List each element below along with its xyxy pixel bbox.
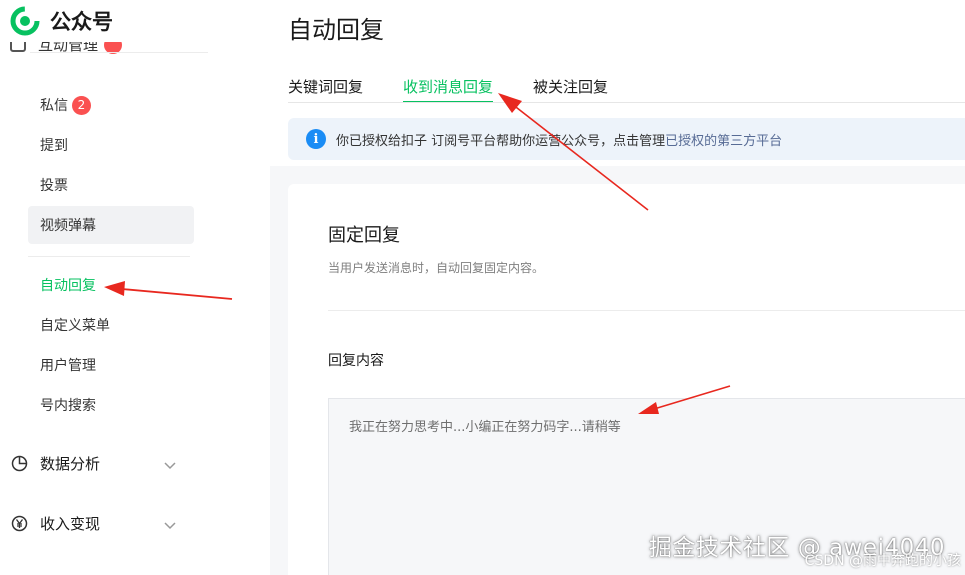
yen-icon — [10, 514, 28, 532]
sidebar-item-label: 用户管理 — [40, 358, 96, 374]
watermark-csdn: CSDN @雨中奔跑的小孩 — [804, 553, 961, 569]
tab-keyword-reply[interactable]: 关键词回复 — [288, 76, 363, 102]
bubble-icon — [10, 42, 26, 52]
sidebar-item-label: 私信 — [40, 98, 68, 114]
chevron-down-icon — [163, 517, 177, 535]
tab-message-reply[interactable]: 收到消息回复 — [403, 76, 494, 103]
chart-icon — [10, 454, 28, 472]
sidebar-item-messages[interactable]: 私信 2 — [28, 86, 194, 124]
tab-follow-reply[interactable]: 被关注回复 — [533, 76, 608, 102]
sidebar-item-label: 视频弹幕 — [40, 218, 96, 234]
sidebar-item-in-account-search[interactable]: 号内搜索 — [28, 386, 194, 424]
sidebar-item-video-danmaku[interactable]: 视频弹幕 — [28, 206, 194, 244]
sidebar-group-data-analysis[interactable]: 数据分析 — [10, 444, 185, 482]
info-icon: i — [306, 129, 326, 149]
reply-content-text: 我正在努力思考中...小编正在努力码字...请稍等 — [349, 420, 621, 435]
sidebar-item-label: 自定义菜单 — [40, 318, 110, 334]
sidebar-item-mentions[interactable]: 提到 — [28, 126, 194, 164]
app-name: 公众号 — [50, 10, 113, 34]
page-title: 自动回复 — [288, 16, 384, 44]
sidebar: 公众号 互动管理 私信 2 提到 投票 视频弹幕 自动回复 自定义菜单 用户管理… — [0, 0, 212, 575]
sidebar-group-label: 互动管理 — [38, 42, 99, 54]
divider — [30, 52, 208, 53]
authorization-notice: i 你已授权给扣子 订阅号平台帮助你运营公众号，点击管理 已授权的第三方平台 — [288, 118, 965, 160]
divider — [328, 310, 965, 311]
sidebar-group-label: 收入变现 — [40, 514, 101, 533]
notice-text: 你已授权给扣子 订阅号平台帮助你运营公众号，点击管理 — [336, 133, 666, 149]
logo[interactable]: 公众号 — [10, 4, 113, 38]
sidebar-group-label: 数据分析 — [40, 454, 101, 473]
reply-content-label: 回复内容 — [328, 353, 384, 369]
sidebar-item-label: 自动回复 — [40, 278, 96, 294]
divider — [28, 256, 190, 257]
unread-badge: 2 — [72, 95, 91, 115]
chevron-down-icon — [163, 457, 177, 475]
sidebar-group-interaction[interactable]: 互动管理 — [10, 42, 210, 64]
sidebar-item-user-management[interactable]: 用户管理 — [28, 346, 194, 384]
sidebar-group-monetization[interactable]: 收入变现 — [10, 504, 185, 542]
reply-tabs: 关键词回复 收到消息回复 被关注回复 — [288, 76, 648, 103]
sidebar-item-auto-reply[interactable]: 自动回复 — [28, 266, 194, 304]
sidebar-item-votes[interactable]: 投票 — [28, 166, 194, 204]
sidebar-item-custom-menu[interactable]: 自定义菜单 — [28, 306, 194, 344]
third-party-platform-link[interactable]: 已授权的第三方平台 — [665, 130, 782, 149]
tabs-divider — [288, 102, 965, 103]
sidebar-item-label: 号内搜索 — [40, 398, 96, 414]
section-description: 当用户发送消息时，自动回复固定内容。 — [328, 261, 545, 275]
sidebar-item-label: 提到 — [40, 138, 68, 154]
sidebar-item-label: 投票 — [40, 178, 68, 194]
section-title: 固定回复 — [328, 225, 400, 246]
wechat-mp-logo-icon — [10, 6, 40, 36]
